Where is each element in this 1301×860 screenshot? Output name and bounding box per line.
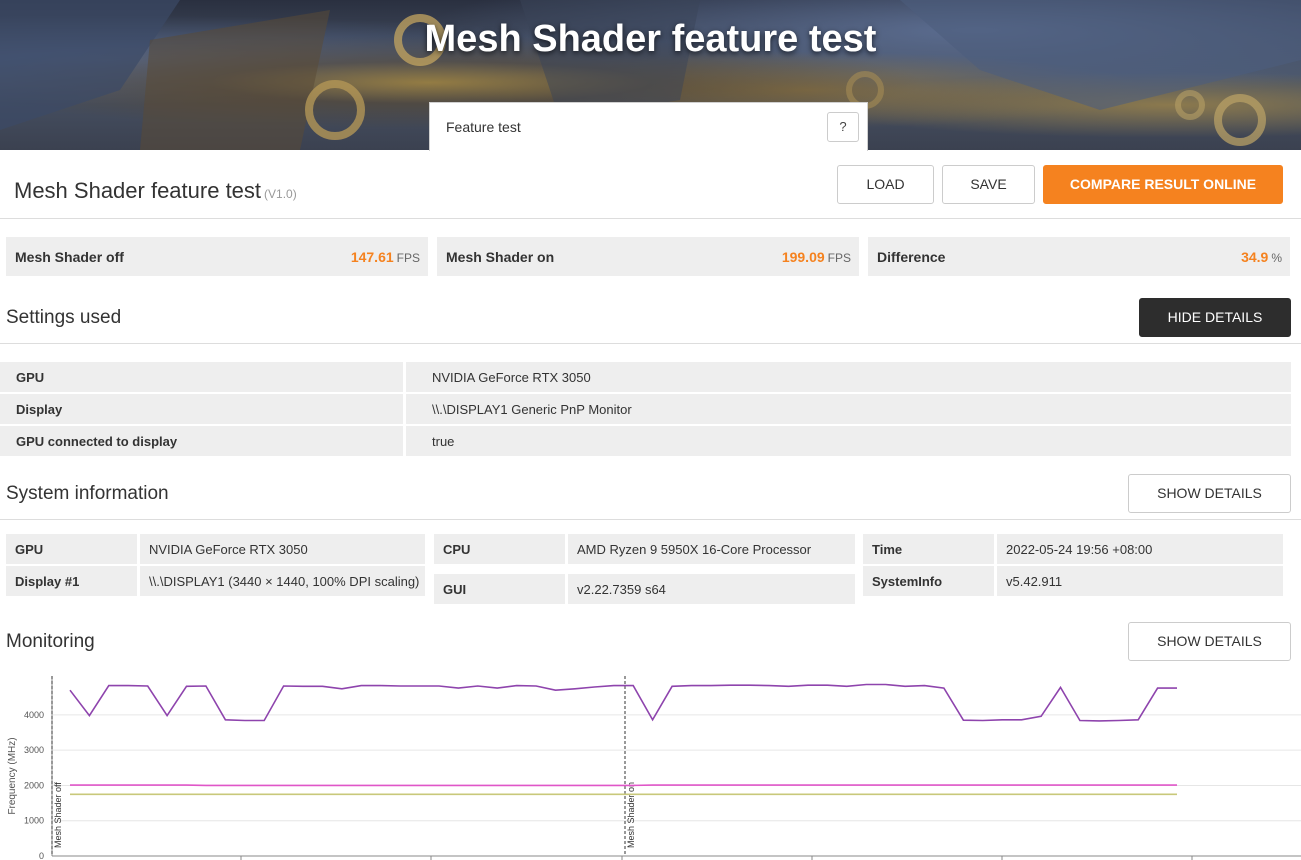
divider: [0, 519, 1301, 520]
settings-key: Display: [0, 394, 403, 424]
score-value: 147.61 FPS: [351, 249, 420, 265]
score-difference: Difference 34.9%: [868, 237, 1290, 276]
settings-value: true: [406, 426, 1291, 456]
score-unit: FPS: [396, 251, 420, 265]
series-line: [69, 683, 1177, 722]
score-value: 34.9%: [1241, 249, 1282, 265]
result-title-text: Mesh Shader feature test: [14, 178, 262, 203]
score-number: 199.09: [781, 249, 825, 265]
load-button[interactable]: LOAD: [837, 165, 934, 204]
result-version: (V1.0): [264, 187, 297, 201]
y-tick-label: 0: [39, 851, 44, 860]
save-button[interactable]: SAVE: [942, 165, 1035, 204]
phase-marker-label: Mesh Shader on: [626, 782, 636, 848]
system-info-section-title: System information: [6, 483, 169, 504]
score-unit: FPS: [827, 251, 851, 265]
score-number: 34.9: [1241, 249, 1269, 265]
score-mesh-shader-off: Mesh Shader off 147.61 FPS: [6, 237, 428, 276]
settings-value: NVIDIA GeForce RTX 3050: [406, 362, 1291, 392]
sysinfo-gpu-key: GPU: [6, 534, 137, 564]
result-header: Mesh Shader feature test (V1.0) LOAD SAVE…: [0, 151, 1301, 219]
test-type-value: Feature test: [446, 119, 521, 135]
score-name: Mesh Shader on: [446, 249, 555, 265]
score-mesh-shader-on: Mesh Shader on 199.09 FPS: [437, 237, 859, 276]
sysinfo-time-key: Time: [863, 534, 994, 564]
sysinfo-display-value: \\.\DISPLAY1 (3440 × 1440, 100% DPI scal…: [140, 566, 425, 596]
settings-value: \\.\DISPLAY1 Generic PnP Monitor: [406, 394, 1291, 424]
y-tick-label: 4000: [24, 710, 44, 720]
y-axis-label: Frequency (MHz): [7, 737, 18, 814]
score-unit: %: [1271, 251, 1282, 265]
divider: [0, 343, 1301, 344]
settings-key: GPU: [0, 362, 403, 392]
sysinfo-display-key: Display #1: [6, 566, 137, 596]
hide-details-button[interactable]: HIDE DETAILS: [1139, 298, 1291, 337]
score-number: 147.61: [350, 249, 394, 265]
monitoring-section-title: Monitoring: [6, 631, 95, 652]
sysinfo-time-value: 2022-05-24 19:56 +08:00: [997, 534, 1283, 564]
settings-section-title: Settings used: [6, 307, 122, 328]
monitoring-chart: 0 1000 2000 3000 4000 Frequency (MHz) Mesh Sha…: [7, 676, 1301, 860]
sysinfo-systeminfo-value: v5.42.911: [997, 566, 1283, 596]
settings-row: GPU NVIDIA GeForce RTX 3050: [0, 362, 1291, 392]
compare-result-online-button[interactable]: COMPARE RESULT ONLINE: [1043, 165, 1283, 204]
phase-marker-label: Mesh Shader off: [53, 782, 63, 848]
y-tick-label: 1000: [24, 816, 44, 826]
sysinfo-systeminfo-key: SystemInfo: [863, 566, 994, 596]
help-button[interactable]: ?: [827, 112, 859, 142]
sysinfo-gui-value: v2.22.7359 s64: [568, 574, 855, 604]
system-show-details-button[interactable]: SHOW DETAILS: [1128, 474, 1291, 513]
sysinfo-cpu-value: AMD Ryzen 9 5950X 16-Core Processor: [568, 534, 855, 564]
score-value: 199.09 FPS: [782, 249, 851, 265]
banner-title: Mesh Shader feature test: [424, 18, 877, 60]
settings-key: GPU connected to display: [0, 426, 403, 456]
sysinfo-cpu-key: CPU: [434, 534, 565, 564]
sysinfo-gpu-value: NVIDIA GeForce RTX 3050: [140, 534, 425, 564]
settings-row: GPU connected to display true: [0, 426, 1291, 456]
sysinfo-gui-key: GUI: [434, 574, 565, 604]
y-tick-label: 3000: [24, 745, 44, 755]
score-name: Mesh Shader off: [15, 249, 124, 265]
test-type-dropdown[interactable]: Feature test ?: [429, 102, 868, 151]
score-name: Difference: [877, 249, 946, 265]
monitoring-show-details-button[interactable]: SHOW DETAILS: [1128, 622, 1291, 661]
y-tick-label: 2000: [24, 780, 44, 790]
result-title: Mesh Shader feature test (V1.0): [14, 178, 297, 204]
settings-row: Display \\.\DISPLAY1 Generic PnP Monitor: [0, 394, 1291, 424]
